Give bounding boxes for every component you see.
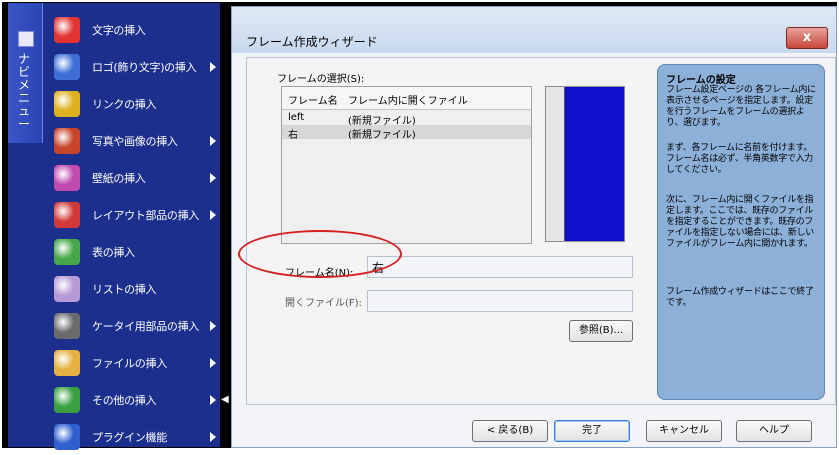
nav-tab-icon (18, 31, 34, 47)
menu-item-label: 文字の挿入 (92, 23, 146, 37)
nav-menu-tab[interactable]: ナビメニュー (8, 3, 43, 143)
menu-item-label: 壁紙の挿入 (92, 171, 146, 185)
table-icon (54, 238, 80, 265)
help-panel: フレームの設定 フレーム設定ページの 各フレーム内に表示させるページを指定します… (657, 64, 825, 400)
row-open-file: (新規ファイル) (348, 130, 416, 141)
help-text-2: まず、各フレームに名前を付けます。フレーム名は必ず、半角英数字で入力してください… (666, 143, 814, 175)
submenu-arrow-icon (210, 172, 216, 183)
menu-item-label: 写真や画像の挿入 (92, 134, 178, 148)
list-icon (54, 275, 80, 302)
dialog-titlebar: フレーム作成ウィザード x (232, 7, 836, 53)
list-row-left[interactable]: left (新規ファイル) (282, 111, 531, 127)
logo-icon (54, 53, 80, 80)
collapse-arrow-icon[interactable]: ◀ (221, 394, 229, 418)
help-text-1: フレーム設定ページの 各フレーム内に表示させるページを指定します。設定を行うフレ… (666, 85, 816, 128)
preview-left-frame[interactable] (546, 87, 565, 241)
submenu-arrow-icon (210, 394, 216, 405)
frame-name-input[interactable]: 右 (367, 256, 633, 278)
link-rings-icon (54, 90, 80, 117)
nav-menu-sidebar: ナビメニュー 文字の挿入ロゴ(飾り文字)の挿入 リンクの挿入写真や画像の挿入 壁紙の… (8, 3, 220, 450)
menu-item[interactable]: その他の挿入 (44, 381, 220, 418)
frame-preview (545, 86, 625, 242)
menu-item[interactable]: ファイルの挿入 (44, 344, 220, 381)
shapes-icon (54, 386, 80, 413)
help-button[interactable]: ヘルプ (736, 420, 812, 442)
menu-item-label: ロゴ(飾り文字)の挿入 (92, 60, 197, 74)
menu-item-label: リンクの挿入 (92, 97, 157, 111)
menu-item-label: 表の挿入 (92, 245, 135, 259)
finish-button[interactable]: 完了 (554, 420, 630, 442)
help-text-4: フレーム作成ウィザードはここで終了です。 (666, 287, 814, 308)
open-file-input[interactable] (367, 290, 633, 312)
browse-button[interactable]: 参照(B)... (569, 320, 633, 342)
menu-item[interactable]: リストの挿入 (44, 270, 220, 307)
menu-item[interactable]: リンクの挿入 (44, 85, 220, 122)
menu-item-label: プラグイン機能 (92, 430, 167, 444)
menu-item-label: レイアウト部品の挿入 (92, 208, 199, 222)
frame-listbox[interactable]: フレーム名 フレーム内に開くファイル left (新規ファイル) 右 (新規ファ… (281, 86, 532, 244)
close-button[interactable]: x (786, 27, 828, 49)
submenu-arrow-icon (210, 61, 216, 72)
menu-item[interactable]: 壁紙の挿入 (44, 159, 220, 196)
menu-item[interactable]: 表の挿入 (44, 233, 220, 270)
cancel-button[interactable]: キャンセル (646, 420, 722, 442)
wallpaper-icon (54, 164, 80, 191)
mobile-phone-icon (54, 312, 80, 339)
row-frame-name: left (288, 112, 305, 123)
back-button[interactable]: < 戻る(B) (472, 420, 548, 442)
letter-a-icon (54, 16, 80, 43)
preview-right-frame-selected[interactable] (565, 87, 624, 241)
row-frame-name: 右 (288, 130, 298, 141)
frame-wizard-dialog: フレーム作成ウィザード x フレームの選択(S): フレーム名 フレーム内に開く… (231, 6, 837, 448)
menu-item-label: その他の挿入 (92, 393, 157, 407)
help-title: フレームの設定 (666, 75, 736, 86)
plus-icon (54, 423, 80, 450)
picture-icon (54, 127, 80, 154)
menu-item[interactable]: プラグイン機能 (44, 418, 220, 455)
menu-item[interactable]: レイアウト部品の挿入 (44, 196, 220, 233)
nav-menu-list: 文字の挿入ロゴ(飾り文字)の挿入 リンクの挿入写真や画像の挿入 壁紙の挿入レイアウト… (44, 11, 220, 455)
submenu-arrow-icon (210, 431, 216, 442)
submenu-arrow-icon (210, 357, 216, 368)
submenu-arrow-icon (210, 209, 216, 220)
menu-item-label: リストの挿入 (92, 282, 157, 296)
submenu-arrow-icon (210, 320, 216, 331)
list-header: フレーム名 フレーム内に開くファイル (282, 87, 531, 110)
column-header-open-file: フレーム内に開くファイル (348, 96, 468, 107)
menu-item[interactable]: ケータイ用部品の挿入 (44, 307, 220, 344)
menu-item-label: ファイルの挿入 (92, 356, 167, 370)
menu-item[interactable]: 写真や画像の挿入 (44, 122, 220, 159)
highlight-ellipse (238, 230, 402, 278)
nav-tab-label: ナビメニュー (18, 52, 31, 131)
menu-item-label: ケータイ用部品の挿入 (92, 319, 199, 333)
frame-select-label: フレームの選択(S): (277, 74, 365, 85)
dialog-title: フレーム作成ウィザード (246, 35, 378, 49)
list-row-right[interactable]: 右 (新規ファイル) (282, 125, 531, 141)
help-text-3: 次に、フレーム内に開くファイルを指定します。ここでは、既存のファイルを指定するこ… (666, 195, 814, 249)
layout-parts-icon (54, 201, 80, 228)
folder-icon (54, 349, 80, 376)
menu-item[interactable]: 文字の挿入 (44, 11, 220, 48)
menu-item[interactable]: ロゴ(飾り文字)の挿入 (44, 48, 220, 85)
submenu-arrow-icon (210, 135, 216, 146)
column-header-frame-name: フレーム名 (288, 96, 338, 107)
open-file-label: 開くファイル(F): (285, 298, 362, 309)
